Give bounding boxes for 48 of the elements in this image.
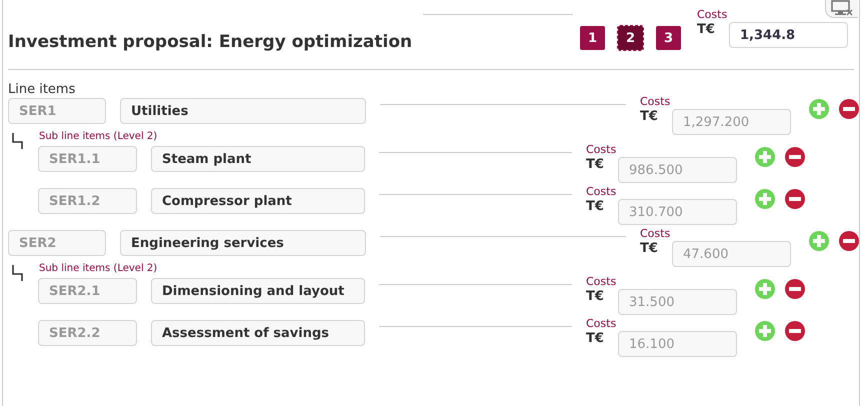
sub-items-heading: Sub line items (Level 2) [39,131,158,143]
remove-icon[interactable] [839,231,859,251]
name-field[interactable]: Assessment of savings [151,320,365,346]
remove-icon[interactable] [785,189,805,209]
name-field[interactable]: Dimensioning and layout [151,278,365,304]
code-field[interactable]: SER1 [8,98,106,124]
costs-label: Costs [586,275,618,288]
section-title: Line items [8,82,76,97]
remove-icon[interactable] [785,321,805,341]
unit-label: T€ [586,198,605,215]
unit-label: T€ [586,288,605,305]
cost-field[interactable]: 310.700 [618,199,737,225]
remove-icon[interactable] [839,99,859,119]
code-field[interactable]: SER2 [8,230,106,256]
sub-items-heading: Sub line items (Level 2) [39,263,158,275]
page-button[interactable]: 1 [580,26,605,50]
unit-label: T€ [640,108,659,125]
code-field[interactable]: SER2.2 [38,320,137,346]
name-field[interactable]: Utilities [120,98,366,124]
monitor-icon [831,0,853,16]
screen-toggle-button[interactable] [825,0,858,18]
costs-label: Costs [697,8,728,21]
unit-label: T€ [586,330,605,347]
cost-field[interactable]: 986.500 [618,157,737,183]
page-button[interactable]: 2 [618,26,643,50]
name-field[interactable]: Steam plant [151,146,365,172]
page-button[interactable]: 3 [656,26,681,50]
unit-label: T€ [640,240,659,257]
costs-label: Costs [640,227,672,240]
remove-icon[interactable] [785,147,805,167]
costs-label: Costs [640,95,672,108]
costs-label: Costs [586,185,618,198]
costs-label: Costs [586,317,618,330]
cost-field[interactable]: 31.500 [618,289,737,315]
page-title: Investment proposal: Energy optimization [8,32,414,52]
name-field[interactable]: Compressor plant [151,188,365,214]
code-field[interactable]: SER2.1 [38,278,137,304]
unit-label: T€ [697,21,716,38]
total-cost-field[interactable]: 1,344.8 [729,22,848,48]
unit-label: T€ [586,156,605,173]
cost-field[interactable]: 1,297.200 [672,109,791,135]
name-field[interactable]: Engineering services [120,230,366,256]
code-field[interactable]: SER1.1 [38,146,137,172]
remove-icon[interactable] [785,279,805,299]
code-field[interactable]: SER1.2 [38,188,137,214]
costs-label: Costs [586,143,618,156]
cost-field[interactable]: 16.100 [618,331,737,357]
cost-field[interactable]: 47.600 [672,241,791,267]
